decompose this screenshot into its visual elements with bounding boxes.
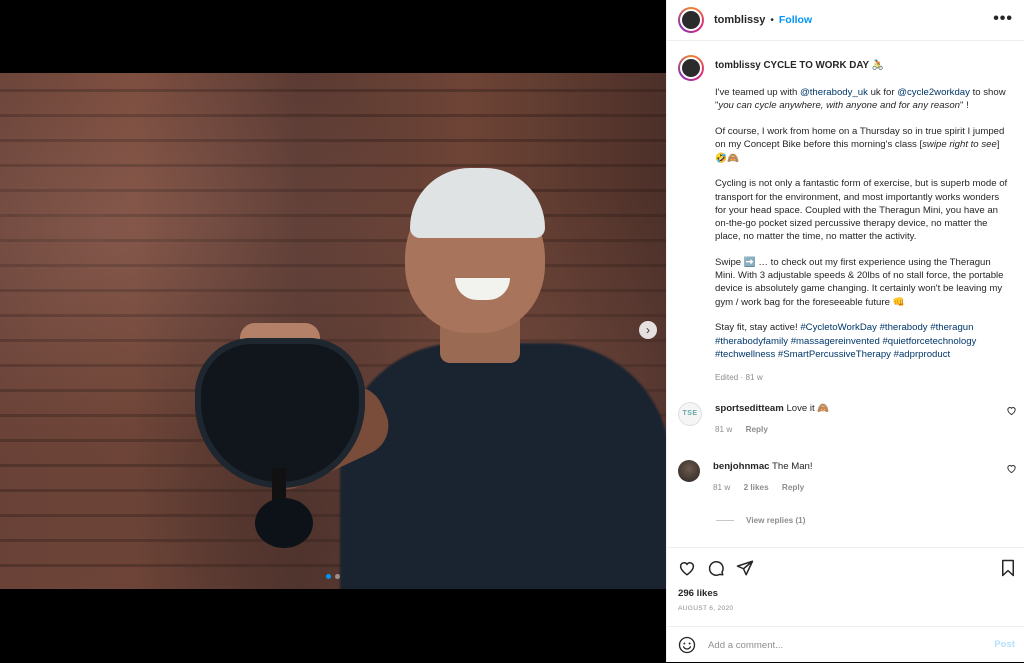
instagram-post-modal: › tomblissy • Follow ••• tomblissy CYCLE… — [0, 0, 1024, 662]
caption-paragraph-4: Swipe ➡️ … to check out my first experie… — [715, 257, 1004, 308]
author-username[interactable]: tomblissy — [714, 14, 765, 26]
share-paper-plane-icon[interactable] — [736, 559, 754, 577]
comment-like-heart-icon[interactable] — [1006, 463, 1017, 474]
post-side-panel: tomblissy • Follow ••• tomblissy CYCLE T… — [666, 0, 1024, 662]
comment-text: The Man! — [772, 460, 813, 472]
caption-paragraph-1: I've teamed up with @therabody_uk uk for… — [715, 87, 1006, 112]
caption-username[interactable]: tomblissy — [715, 60, 761, 71]
carousel-dots — [326, 574, 340, 579]
commenter-avatar[interactable]: TSE — [678, 401, 702, 426]
caption-title: CYCLE TO WORK DAY 🚴 — [763, 60, 884, 71]
caption-meta: Edited · 81 w — [715, 372, 763, 382]
mention-therabody[interactable]: @therabody_uk — [800, 87, 868, 98]
caption-paragraph-5: Stay fit, stay active! #CycletoWorkDay #… — [715, 322, 977, 360]
post-photo — [0, 73, 666, 589]
follow-button[interactable]: Follow — [779, 14, 812, 26]
comments-scroll-area[interactable]: tomblissy CYCLE TO WORK DAY 🚴 I've teame… — [667, 41, 1024, 551]
commenter-avatar[interactable] — [678, 459, 700, 482]
reply-button[interactable]: Reply — [746, 425, 768, 434]
view-replies-button[interactable]: View replies (1) — [667, 516, 1024, 525]
add-comment-input[interactable] — [706, 638, 980, 652]
like-heart-icon[interactable] — [678, 559, 696, 577]
add-comment-bar: Post — [667, 626, 1024, 663]
comment-bubble-icon[interactable] — [707, 559, 725, 577]
commenter-username[interactable]: sportseditteam — [715, 403, 784, 414]
carousel-dot-2 — [335, 574, 340, 579]
action-bar — [667, 547, 1024, 588]
comment-like-heart-icon[interactable] — [1006, 405, 1017, 416]
caption: tomblissy CYCLE TO WORK DAY 🚴 I've teame… — [667, 41, 1024, 384]
emoji-icon[interactable] — [678, 636, 696, 654]
comment-item: benjohnmac The Man! 81 w 2 likes Reply — [667, 459, 1024, 492]
header-separator: • — [770, 14, 774, 26]
comment-text: Love it 🙈 — [786, 402, 830, 414]
author-avatar[interactable] — [678, 7, 704, 33]
post-header: tomblissy • Follow ••• — [667, 0, 1024, 41]
caption-author-avatar[interactable] — [678, 55, 704, 81]
reply-button[interactable]: Reply — [782, 483, 804, 492]
comment-time: 81 w — [715, 424, 733, 434]
comment-likes[interactable]: 2 likes — [744, 483, 769, 492]
post-comment-button[interactable]: Post — [994, 639, 1015, 650]
comment-item: TSE sportseditteam Love it 🙈 81 w Reply — [667, 401, 1024, 434]
save-bookmark-icon[interactable] — [999, 559, 1017, 577]
post-media: › — [0, 0, 666, 662]
caption-paragraph-2: Of course, I work from home on a Thursda… — [715, 126, 1005, 164]
caption-paragraph-3: Cycling is not only a fantastic form of … — [715, 178, 1008, 243]
comment-time: 81 w — [713, 482, 731, 492]
mention-cycle2workday[interactable]: @cycle2workday — [897, 87, 970, 98]
post-date: AUGUST 6, 2020 — [678, 605, 734, 612]
likes-count[interactable]: 296 likes — [678, 588, 718, 599]
more-options-icon[interactable]: ••• — [993, 10, 1013, 28]
carousel-dot-1 — [326, 574, 331, 579]
commenter-username[interactable]: benjohnmac — [713, 461, 770, 472]
carousel-next-button[interactable]: › — [639, 321, 657, 339]
